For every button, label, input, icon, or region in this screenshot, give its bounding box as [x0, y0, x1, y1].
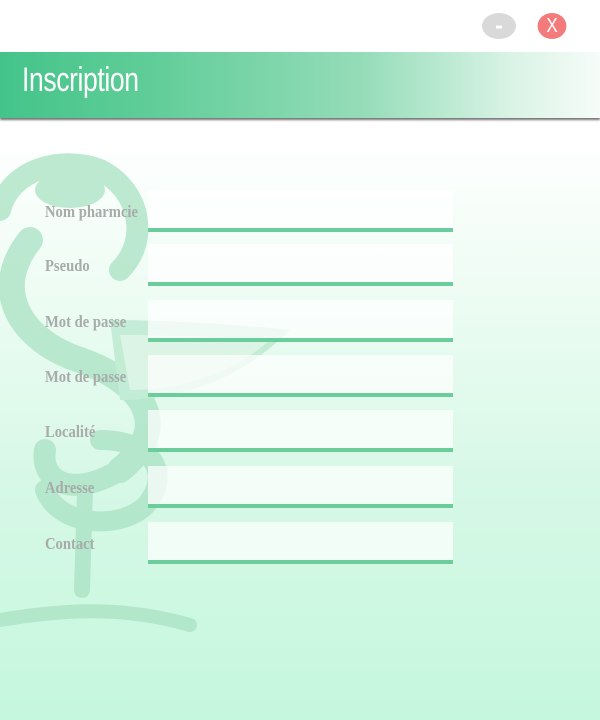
form-row-pseudo: Pseudo: [0, 244, 600, 290]
minimize-label: -: [494, 14, 504, 38]
form-row-nom-pharmacie: Nom pharmcie: [0, 190, 600, 236]
header-bar: Inscription: [0, 52, 600, 118]
form-row-mot-de-passe-confirm: Mot de passe: [0, 355, 600, 401]
close-label: X: [546, 14, 558, 37]
adresse-input[interactable]: [148, 466, 453, 508]
form-row-contact: Contact: [0, 522, 600, 568]
field-label: Contact: [45, 534, 95, 553]
minimize-button[interactable]: -: [482, 13, 516, 39]
pseudo-input[interactable]: [148, 244, 453, 286]
field-label: Nom pharmcie: [45, 202, 138, 221]
field-label: Pseudo: [45, 256, 90, 275]
form-row-adresse: Adresse: [0, 466, 600, 512]
form-row-mot-de-passe: Mot de passe: [0, 300, 600, 346]
page-title: Inscription: [22, 61, 139, 99]
close-button[interactable]: X: [537, 13, 567, 39]
password-input[interactable]: [148, 300, 453, 342]
form-row-localite: Localité: [0, 410, 600, 456]
field-label: Localité: [45, 422, 96, 441]
nom-pharmacie-input[interactable]: [148, 190, 453, 232]
localite-input[interactable]: [148, 410, 453, 452]
field-label: Mot de passe: [45, 312, 127, 331]
password-confirm-input[interactable]: [148, 355, 453, 397]
window-control-bar: - X: [0, 0, 600, 52]
registration-window: - X Inscription Nom pharmcie Pseudo Mot …: [0, 0, 600, 720]
field-label: Mot de passe: [45, 367, 127, 386]
field-label: Adresse: [45, 478, 95, 497]
contact-input[interactable]: [148, 522, 453, 564]
